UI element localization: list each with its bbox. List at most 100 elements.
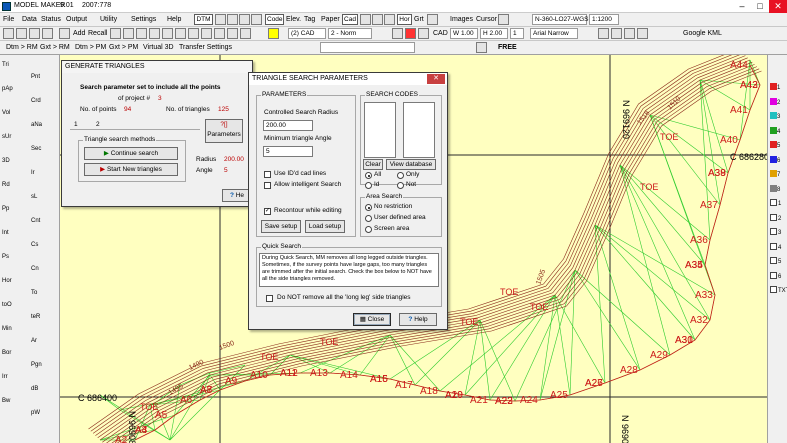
elev-button[interactable]: Elev.	[286, 16, 301, 23]
layer-item-10[interactable]: 3	[770, 228, 781, 238]
layer-color-swatch[interactable]	[770, 83, 777, 90]
tab-dtm-pm[interactable]: Dtm > PM	[75, 44, 106, 51]
tsp-close-icon[interactable]: ✕	[427, 74, 445, 84]
point-mode-icon[interactable]	[476, 42, 487, 53]
min-angle-input[interactable]: 5	[263, 146, 313, 157]
image-icon[interactable]	[427, 14, 438, 25]
pen-icon[interactable]	[268, 28, 279, 39]
maximize-button[interactable]: □	[751, 0, 769, 13]
layer-checkbox[interactable]	[770, 257, 777, 264]
tab-2[interactable]: 2	[96, 121, 100, 128]
tool-icon-b[interactable]	[372, 14, 383, 25]
tool-db[interactable]: dB	[31, 384, 38, 394]
codes-list-left[interactable]	[364, 102, 396, 158]
tool-pp[interactable]: Pp	[2, 204, 9, 214]
menu-utility[interactable]: Utility	[100, 16, 117, 23]
close-button[interactable]: ▦ Close	[353, 313, 391, 326]
tool-pw[interactable]: pW	[31, 408, 40, 418]
save-setup-button[interactable]: Save setup	[261, 220, 301, 233]
bold-icon[interactable]	[598, 28, 609, 39]
layer-item-4[interactable]: 5	[770, 141, 780, 151]
underline-icon[interactable]	[624, 28, 635, 39]
layer-color-swatch[interactable]	[770, 126, 777, 134]
layer-checkbox[interactable]	[770, 242, 777, 250]
layer-item-7[interactable]: 8	[770, 184, 780, 195]
tool-tri[interactable]: Tri	[2, 60, 9, 70]
tool-ir[interactable]: Ir	[31, 168, 35, 178]
measure-icon[interactable]	[188, 28, 199, 39]
layer-checkbox[interactable]	[770, 213, 777, 221]
radio-all[interactable]	[365, 172, 372, 179]
hor-button[interactable]: Hor	[397, 14, 412, 25]
tool-pnt[interactable]: Pnt	[31, 72, 40, 82]
dtm-mode-button[interactable]: DTM	[194, 14, 213, 25]
allow-intelligent-checkbox[interactable]	[264, 182, 271, 189]
tool-vol[interactable]: Vol	[2, 108, 10, 118]
layer-color-swatch[interactable]	[770, 184, 777, 192]
tool-int[interactable]: Int	[2, 228, 9, 238]
minimize-button[interactable]: –	[733, 0, 751, 13]
text-icon[interactable]	[418, 28, 429, 39]
radio-user-area[interactable]	[365, 215, 372, 222]
line-number-field[interactable]: 1	[510, 28, 524, 39]
text-height-field[interactable]: H 2.00	[480, 28, 508, 39]
tool-sec[interactable]: Sec	[31, 144, 41, 154]
line-icon[interactable]	[239, 14, 250, 25]
tool-min[interactable]: Min	[2, 324, 12, 334]
layer-item-11[interactable]: 4	[770, 242, 781, 253]
tool-to[interactable]: To	[31, 288, 37, 298]
google-kml-button[interactable]: Google KML	[683, 30, 722, 37]
layer-item-2[interactable]: 3	[770, 112, 780, 122]
radio-only[interactable]	[397, 172, 404, 179]
menu-settings[interactable]: Settings	[131, 16, 156, 23]
layer-checkbox[interactable]	[770, 199, 777, 206]
tab-gxt-rm[interactable]: Gxt > RM	[40, 44, 70, 51]
edit-icon[interactable]	[251, 14, 262, 25]
layer-item-8[interactable]: 1	[770, 199, 781, 209]
point-icon[interactable]	[227, 14, 238, 25]
menu-file[interactable]: File	[3, 16, 14, 23]
color-icon[interactable]	[392, 28, 403, 39]
draw-icon[interactable]	[227, 28, 238, 39]
tool-cn[interactable]: Cn	[31, 264, 39, 274]
code-button[interactable]: Code	[265, 14, 284, 25]
layer-checkbox[interactable]	[770, 271, 777, 279]
tool-crd[interactable]: Crd	[31, 96, 41, 106]
tab-dtm-rm[interactable]: Dtm > RM	[6, 44, 38, 51]
radio-screen-area[interactable]	[365, 226, 372, 233]
tool-bor[interactable]: Bor	[2, 348, 11, 358]
tool-icon-a[interactable]	[360, 14, 371, 25]
paper-button[interactable]: Paper	[321, 16, 340, 23]
tool-bw[interactable]: Bw	[2, 396, 10, 406]
tool-sl[interactable]: sL	[31, 192, 37, 202]
save-icon[interactable]	[29, 28, 40, 39]
tool-ar[interactable]: Ar	[31, 336, 37, 346]
layer-color-swatch[interactable]	[770, 97, 777, 105]
layer-icon[interactable]	[215, 14, 226, 25]
tool-cnt[interactable]: Cnt	[31, 216, 40, 226]
tool-ana[interactable]: aNa	[31, 120, 42, 130]
layer-item-1[interactable]: 2	[770, 97, 780, 108]
view-database-button[interactable]: View database	[386, 159, 436, 170]
layer-item-5[interactable]: 6	[770, 155, 780, 166]
menu-status[interactable]: Status	[41, 16, 61, 23]
open-icon[interactable]	[16, 28, 27, 39]
layer-item-3[interactable]: 4	[770, 126, 780, 137]
grt-button[interactable]: Grt	[414, 16, 424, 23]
radio-no-restriction[interactable]	[365, 204, 372, 211]
layer-color-swatch[interactable]	[770, 170, 777, 177]
layer-color-swatch[interactable]	[770, 141, 777, 148]
layer-item-6[interactable]: 7	[770, 170, 780, 180]
select-icon[interactable]	[214, 28, 225, 39]
layer-item-14[interactable]: TXT	[770, 286, 787, 296]
tool-hor[interactable]: Hor	[2, 276, 12, 286]
print-icon[interactable]	[42, 28, 53, 39]
cursor-button[interactable]: Cursor	[476, 16, 497, 23]
linestyle-select[interactable]: 2 - Norm	[328, 28, 372, 39]
tab-virtual-3d[interactable]: Virtual 3D	[143, 44, 174, 51]
cad-button[interactable]: Cad	[342, 14, 358, 25]
tool-rd[interactable]: Rd	[2, 180, 10, 190]
command-select[interactable]	[320, 42, 415, 53]
tab-gxt-pm[interactable]: Gxt > PM	[109, 44, 138, 51]
zoom-in-icon[interactable]	[110, 28, 121, 39]
